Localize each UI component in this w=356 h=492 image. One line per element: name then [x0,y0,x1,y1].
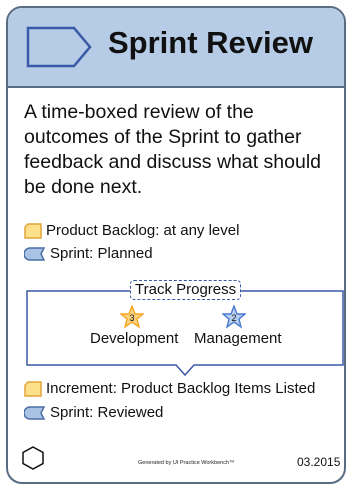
output-artifact-row: Increment: Product Backlog Items Listed [24,380,315,397]
output-event-row: Sprint: Reviewed [24,404,163,421]
activity-pentagon-icon [26,26,92,68]
development-star-icon: 3 [120,305,144,329]
practice-card: Sprint Review A time-boxed review of the… [6,6,346,484]
artifact-icon [24,380,42,397]
track-progress-label: Track Progress [130,280,242,300]
card-header: Sprint Review [8,8,344,88]
event-icon [24,405,46,420]
development-area-number: 3 [129,313,134,323]
output-event-label: Sprint: Reviewed [50,404,164,421]
hexagon-icon [22,446,44,470]
card-date: 03.2015 [297,455,341,469]
generated-by-text: Generated by UI Practice Workbench™ [138,460,235,466]
input-artifact-label: Product Backlog: at any level [46,222,240,239]
input-event-label: Sprint: Planned [50,245,153,262]
management-area-label: Management [194,330,282,347]
event-icon [24,246,46,261]
management-area-number: 2 [231,313,236,323]
input-event-row: Sprint: Planned [24,245,153,262]
card-title: Sprint Review [108,25,313,60]
output-artifact-label: Increment: Product Backlog Items Listed [46,380,316,397]
management-star-icon: 2 [222,305,246,329]
development-area-label: Development [90,330,179,347]
card-description: A time-boxed review of the outcomes of t… [24,101,322,198]
artifact-icon [24,222,42,239]
input-artifact-row: Product Backlog: at any level [24,222,239,239]
